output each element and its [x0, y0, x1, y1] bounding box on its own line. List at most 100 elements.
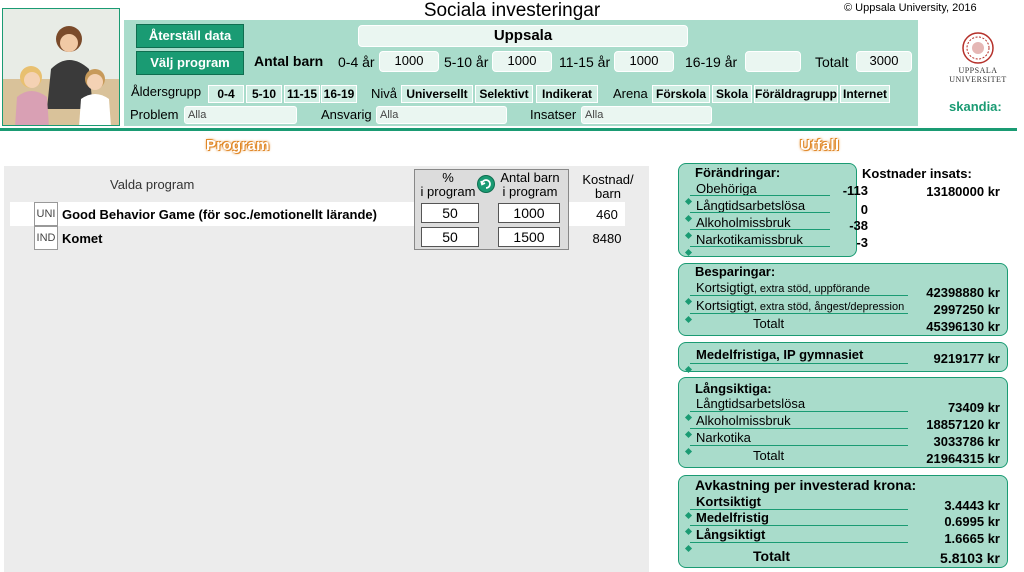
arena-chip-preschool[interactable]: Förskola: [652, 85, 710, 103]
return-label: Kortsiktigt: [696, 494, 761, 509]
program-percent-input[interactable]: 50: [421, 203, 479, 223]
savings-label-sub: , extra stöd, uppförande: [753, 283, 870, 295]
total-children-value: 3000: [856, 51, 912, 72]
level-chip-universal[interactable]: Universellt: [401, 85, 473, 103]
children-col-header: Antal barn i program: [498, 171, 562, 199]
program-percent-input[interactable]: 50: [421, 227, 479, 247]
page-title: Sociala investeringar: [423, 0, 601, 21]
savings-total-value: 45396130 kr: [926, 319, 1000, 334]
intervention-cost-label: Kostnader insats:: [862, 166, 972, 181]
changes-value: -3: [856, 235, 868, 250]
row-underline: [690, 313, 908, 314]
choose-program-button[interactable]: Välj program: [136, 51, 244, 75]
header-divider: [0, 128, 1017, 131]
age-chip-0-4[interactable]: 0-4: [208, 85, 244, 103]
program-tag: UNI: [34, 202, 58, 226]
level-chip-indicated[interactable]: Indikerat: [536, 85, 598, 103]
arena-chip-school[interactable]: Skola: [712, 85, 752, 103]
long-term-total-label: Totalt: [753, 448, 785, 463]
level-chip-selective[interactable]: Selektivt: [475, 85, 533, 103]
changes-label: Långtidsarbetslösa: [696, 198, 806, 213]
children-col-header-line1: Antal barn: [500, 170, 560, 185]
children-image-icon: [3, 9, 119, 125]
changes-value: 0: [860, 202, 868, 217]
arena-chip-parent-group[interactable]: Föräldragrupp: [754, 85, 838, 103]
program-tag: IND: [34, 226, 58, 250]
age-16-19-input[interactable]: [745, 51, 801, 72]
problem-select[interactable]: Alla: [184, 106, 297, 124]
municipality-field[interactable]: Uppsala: [358, 25, 688, 47]
return-value: 0.6995 kr: [944, 514, 1000, 529]
program-name: Komet: [62, 231, 103, 246]
percent-col-header-line1: %: [442, 170, 454, 185]
skandia-logo-mark: :: [997, 99, 1002, 114]
reset-data-button[interactable]: Återställ data: [136, 24, 244, 48]
row-underline: [690, 525, 908, 526]
skandia-logo-text: skandia: [949, 99, 998, 114]
percent-col-header-line2: i program: [420, 184, 476, 199]
problem-label: Problem: [130, 107, 179, 122]
uppsala-seal-icon: [962, 32, 994, 64]
changes-label: Obehöriga: [696, 181, 757, 196]
program-cost: 460: [596, 207, 618, 222]
long-term-value: 73409 kr: [947, 400, 1000, 415]
age-5-10-label: 5-10 år: [444, 54, 489, 70]
children-label: Antal barn: [254, 53, 324, 69]
savings-label-main: Kortsigtigt: [696, 280, 754, 295]
medium-term-label: Medelfristiga, IP gymnasiet: [696, 347, 864, 362]
long-term-value: 3033786 kr: [933, 434, 1000, 449]
copyright-text: © Uppsala University, 2016: [844, 2, 977, 14]
refresh-icon[interactable]: [477, 175, 495, 193]
age-0-4-label: 0-4 år: [338, 54, 375, 70]
total-children-label: Totalt: [815, 54, 849, 70]
arena-chip-internet[interactable]: Internet: [840, 85, 890, 103]
uppsala-logo-line2: UNIVERSITET: [949, 75, 1007, 84]
changes-value: -38: [849, 218, 868, 233]
row-underline: [690, 363, 908, 364]
cost-col-header-line1: Kostnad/: [582, 172, 634, 187]
row-underline: [690, 445, 908, 446]
program-name: Good Behavior Game (för soc./emotionellt…: [62, 207, 377, 222]
row-underline: [690, 295, 908, 296]
outcome-section-title: Utfall: [800, 137, 840, 154]
return-total-value: 5.8103 kr: [940, 550, 1000, 566]
uppsala-logo-line1: UPPSALA: [958, 66, 998, 75]
selected-programs-label: Valda program: [110, 177, 195, 192]
changes-label: Alkoholmissbruk: [696, 215, 791, 230]
age-0-4-input[interactable]: 1000: [379, 51, 439, 72]
cost-col-header: Kostnad/ barn: [575, 173, 641, 201]
age-16-19-label: 16-19 år: [685, 54, 738, 70]
age-chip-11-15[interactable]: 11-15: [284, 85, 320, 103]
return-label: Långsiktigt: [696, 527, 766, 542]
program-children-input[interactable]: 1500: [498, 227, 560, 247]
children-col-header-line2: i program: [502, 184, 558, 199]
return-total-label: Totalt: [753, 548, 791, 564]
age-5-10-input[interactable]: 1000: [492, 51, 552, 72]
row-underline: [690, 411, 908, 412]
return-value: 3.4443 kr: [944, 498, 1000, 513]
return-value: 1.6665 kr: [944, 531, 1000, 546]
long-term-label: Alkoholmissbruk: [696, 413, 791, 428]
skandia-logo: skandia:: [949, 99, 1002, 114]
savings-total-label: Totalt: [753, 316, 785, 331]
age-chip-5-10[interactable]: 5-10: [246, 85, 282, 103]
long-term-label: Långtidsarbetslösa: [696, 396, 806, 411]
changes-title: Förändringar:: [695, 165, 781, 180]
long-term-total-value: 21964315 kr: [926, 451, 1000, 466]
responsible-select[interactable]: Alla: [376, 106, 507, 124]
medium-term-value: 9219177 kr: [933, 351, 1000, 366]
program-cost: 8480: [592, 231, 622, 246]
program-children-input[interactable]: 1000: [498, 203, 560, 223]
age-11-15-label: 11-15 år: [559, 54, 611, 70]
changes-value: -113: [842, 183, 868, 198]
percent-col-header: % i program: [418, 171, 478, 199]
responsible-label: Ansvarig: [321, 107, 372, 122]
age-chip-16-19[interactable]: 16-19: [321, 85, 357, 103]
age-11-15-input[interactable]: 1000: [614, 51, 674, 72]
long-term-value: 18857120 kr: [926, 417, 1000, 432]
cost-col-header-line2: barn: [594, 186, 622, 201]
savings-value: 2997250 kr: [933, 302, 1000, 317]
long-term-title: Långsiktiga:: [695, 381, 772, 396]
efforts-select[interactable]: Alla: [581, 106, 712, 124]
age-group-label: Åldersgrupp: [131, 84, 202, 99]
